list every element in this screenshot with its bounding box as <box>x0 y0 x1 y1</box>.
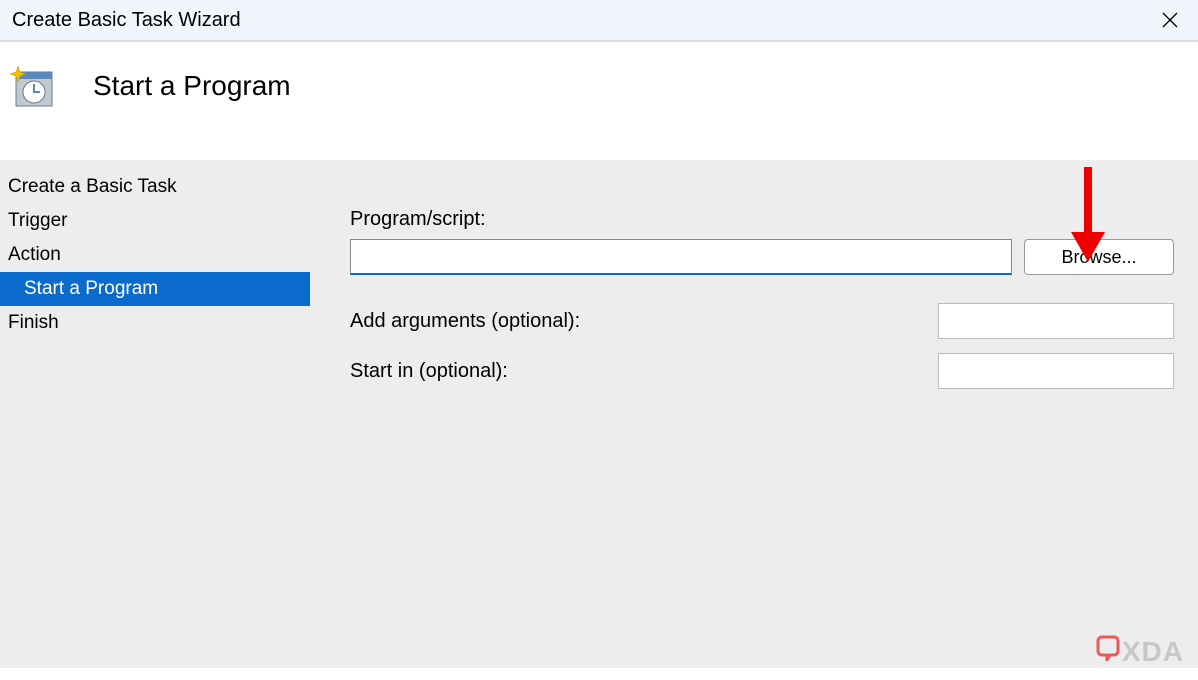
window-title: Create Basic Task Wizard <box>12 9 241 32</box>
wizard-icon <box>10 62 58 110</box>
step-trigger[interactable]: Trigger <box>0 204 310 238</box>
step-start-a-program[interactable]: Start a Program <box>0 272 310 306</box>
startin-input[interactable] <box>938 353 1174 389</box>
wizard-steps-sidebar: Create a Basic Task Trigger Action Start… <box>0 160 310 668</box>
page-title: Start a Program <box>93 70 291 102</box>
step-finish[interactable]: Finish <box>0 306 310 340</box>
step-create-basic-task[interactable]: Create a Basic Task <box>0 170 310 204</box>
startin-label: Start in (optional): <box>350 360 508 383</box>
close-icon[interactable] <box>1154 4 1186 36</box>
content-area: Create a Basic Task Trigger Action Start… <box>0 160 1198 668</box>
program-script-input[interactable] <box>350 239 1012 275</box>
browse-button[interactable]: Browse... <box>1024 239 1174 275</box>
arguments-label: Add arguments (optional): <box>350 310 580 333</box>
arguments-input[interactable] <box>938 303 1174 339</box>
form-panel: Program/script: Browse... Add arguments … <box>310 160 1198 668</box>
step-action[interactable]: Action <box>0 238 310 272</box>
watermark: XDA <box>1096 635 1184 668</box>
wizard-header: Start a Program <box>0 42 1198 160</box>
watermark-text: XDA <box>1122 636 1184 668</box>
watermark-logo-icon <box>1096 635 1120 668</box>
program-script-label: Program/script: <box>350 208 1174 231</box>
titlebar: Create Basic Task Wizard <box>0 0 1198 42</box>
